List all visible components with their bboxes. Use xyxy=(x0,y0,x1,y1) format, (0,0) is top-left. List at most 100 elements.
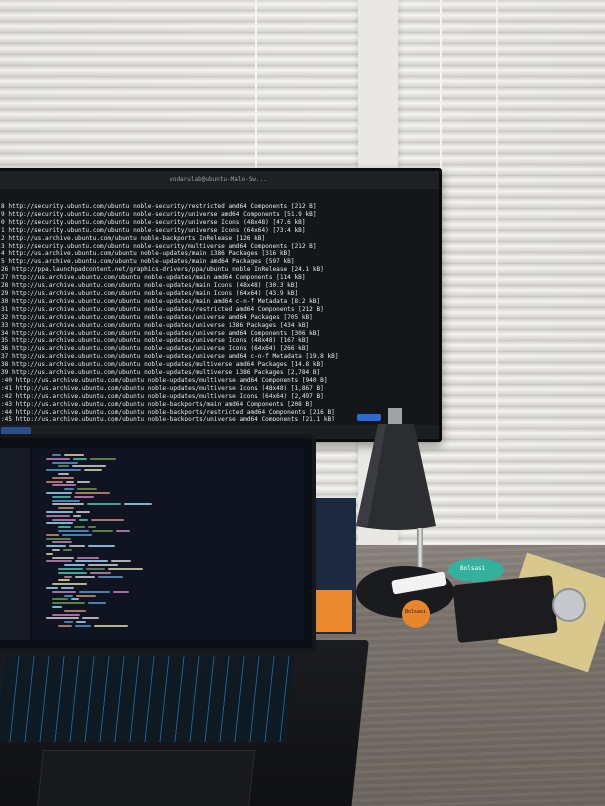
terminal-line: 34 http://us.archive.ubuntu.com/ubuntu n… xyxy=(1,329,321,337)
bottle-cap: Bolsasi xyxy=(448,558,504,582)
code-token xyxy=(74,560,109,563)
terminal-line: 26 http://ppa.launchpadcontent.net/graph… xyxy=(1,266,324,274)
sticker: Bolsasi xyxy=(402,600,430,628)
code-token xyxy=(89,571,111,574)
blind-cord xyxy=(496,0,498,520)
code-token xyxy=(75,621,86,624)
code-token xyxy=(90,457,116,460)
code-token xyxy=(64,594,73,597)
code-editor xyxy=(32,448,304,640)
code-token xyxy=(52,503,84,506)
code-token xyxy=(58,465,70,468)
terminal-line: 27 http://us.archive.ubuntu.com/ubuntu n… xyxy=(1,274,306,282)
desk-lamp-shade xyxy=(356,408,436,530)
watch xyxy=(552,588,586,622)
code-token xyxy=(52,602,85,605)
editor-sidebar xyxy=(0,448,30,640)
orange-box-label xyxy=(312,590,352,632)
laptop-screen xyxy=(0,434,316,652)
code-token xyxy=(64,621,73,624)
code-token xyxy=(46,514,70,517)
code-token xyxy=(112,590,130,593)
code-token xyxy=(111,560,131,563)
external-monitor: vodarulab@ubuntu-Malo-Sw... 8 http://sec… xyxy=(0,168,442,442)
terminal-line: 8 http://security.ubuntu.com/ubuntu nobl… xyxy=(1,203,317,210)
terminal-line: 1 http://security.ubuntu.com/ubuntu nobl… xyxy=(1,226,306,234)
terminal-line: 2 http://us.archive.ubuntu.com/ubuntu no… xyxy=(1,234,266,242)
code-token xyxy=(72,465,107,468)
code-token xyxy=(86,503,121,506)
code-token xyxy=(52,484,77,487)
terminal-line: 5 http://us.archive.ubuntu.com/ubuntu no… xyxy=(1,258,295,266)
code-token xyxy=(46,480,63,483)
code-token xyxy=(52,454,62,456)
code-token xyxy=(52,518,76,521)
code-token xyxy=(58,579,70,582)
code-token xyxy=(77,556,100,559)
code-token xyxy=(92,530,114,532)
photo-scene: vodarulab@ubuntu-Malo-Sw... 8 http://sec… xyxy=(0,0,605,806)
code-token xyxy=(52,606,62,608)
terminal-line: :40 http://us.archive.ubuntu.com/ubuntu … xyxy=(1,376,328,384)
code-token xyxy=(108,568,144,570)
code-token xyxy=(52,598,68,601)
terminal-line: 4 http://us.archive.ubuntu.com/ubuntu no… xyxy=(1,250,291,258)
code-token xyxy=(97,575,124,578)
code-token xyxy=(75,594,97,597)
code-token xyxy=(60,587,74,589)
code-token xyxy=(75,625,91,627)
code-token xyxy=(76,480,91,483)
code-token xyxy=(72,514,82,517)
code-token xyxy=(58,571,87,574)
code-token xyxy=(52,541,73,544)
laptop-keyboard xyxy=(0,656,295,742)
code-token xyxy=(52,495,72,498)
terminal-line: 38 http://us.archive.ubuntu.com/ubuntu n… xyxy=(1,361,324,369)
code-token xyxy=(87,526,97,529)
code-token xyxy=(52,613,80,616)
code-token xyxy=(63,549,72,551)
code-token xyxy=(46,533,59,536)
code-token xyxy=(52,549,61,551)
code-token xyxy=(46,545,66,548)
code-token xyxy=(70,598,79,601)
code-token xyxy=(46,492,73,494)
terminal-line: 9 http://security.ubuntu.com/ubuntu nobl… xyxy=(1,210,317,218)
code-token xyxy=(52,499,81,502)
code-token xyxy=(46,617,79,620)
code-token xyxy=(58,568,84,570)
blind-cord xyxy=(255,0,257,170)
code-token xyxy=(46,469,81,472)
code-token xyxy=(123,503,152,506)
code-token xyxy=(64,488,75,491)
code-token xyxy=(77,488,97,491)
terminal-line: :42 http://us.archive.ubuntu.com/ubuntu … xyxy=(1,392,324,400)
terminal-line: 0 http://security.ubuntu.com/ubuntu nobl… xyxy=(1,218,306,226)
code-token xyxy=(58,507,74,510)
terminal-line: :41 http://us.archive.ubuntu.com/ubuntu … xyxy=(1,384,324,392)
touchpad xyxy=(36,750,256,806)
code-token xyxy=(72,457,88,460)
code-token xyxy=(46,552,53,555)
code-token xyxy=(46,511,73,513)
code-token xyxy=(46,522,74,525)
terminal-line: 31 http://us.archive.ubuntu.com/ubuntu n… xyxy=(1,305,324,313)
code-token xyxy=(64,454,84,456)
terminal-title: vodarulab@ubuntu-Malo-Sw... xyxy=(0,171,439,189)
terminal-line: 36 http://us.archive.ubuntu.com/ubuntu n… xyxy=(1,345,310,353)
terminal-line: 39 http://us.archive.ubuntu.com/ubuntu n… xyxy=(1,369,321,377)
code-token xyxy=(46,537,71,540)
code-token xyxy=(61,533,92,536)
code-token xyxy=(46,560,72,563)
code-token xyxy=(86,568,106,570)
code-token xyxy=(52,476,75,479)
code-token xyxy=(58,473,70,475)
terminal-line: 37 http://us.archive.ubuntu.com/ubuntu n… xyxy=(1,353,339,361)
code-token xyxy=(91,518,125,521)
code-token xyxy=(64,564,85,567)
code-token xyxy=(52,556,75,559)
terminal-line: 29 http://us.archive.ubuntu.com/ubuntu n… xyxy=(1,289,299,297)
code-token xyxy=(75,492,111,494)
code-token xyxy=(52,461,79,464)
terminal-line: 30 http://us.archive.ubuntu.com/ubuntu n… xyxy=(1,297,321,305)
